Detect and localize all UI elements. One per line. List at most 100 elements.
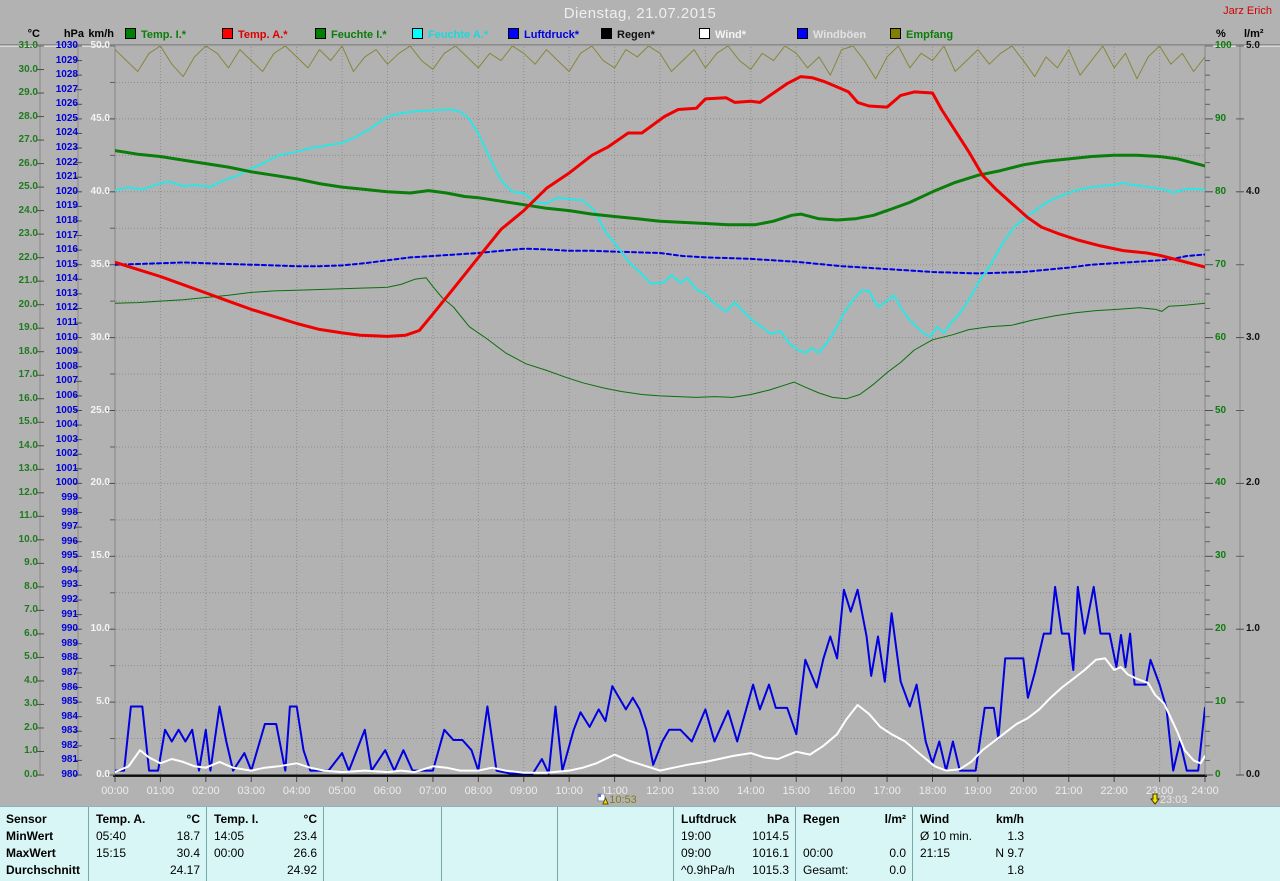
y-tick-label-lm2: 4.0 (1246, 185, 1260, 197)
table-cell-value: °C (186, 812, 200, 826)
y-tick-label-hpa: 1003 (55, 433, 78, 445)
y-tick-label-hpa: 1029 (55, 54, 78, 66)
table-cell-label: 00:00 (214, 846, 245, 860)
y-tick-label-temp: 20.0 (18, 298, 38, 310)
table-column-divider (323, 807, 324, 881)
y-tick-label-lm2: 0.0 (1246, 769, 1260, 780)
y-tick-label-temp: 18.0 (18, 345, 38, 357)
y-tick-label-pct: 0 (1215, 769, 1221, 780)
y-tick-label-temp: 1.0 (24, 745, 38, 757)
table-cell-label: 09:00 (681, 846, 712, 860)
y-tick-label-hpa: 1024 (55, 127, 78, 139)
chart-plot-area[interactable] (0, 0, 1280, 881)
y-tick-label-temp: 6.0 (24, 627, 38, 639)
y-tick-label-temp: 19.0 (18, 322, 38, 334)
time-marker-1053: 10:53 (597, 793, 637, 806)
table-cell-row: Luftdruck hPa (673, 811, 795, 828)
y-tick-label-lm2: 5.0 (1246, 40, 1260, 51)
table-cell-row: Wind km/h (912, 811, 1030, 828)
y-tick-label-hpa: 1001 (55, 462, 78, 474)
x-tick-label: 21:00 (1054, 785, 1083, 797)
table-cell-label: Gesamt: (803, 863, 849, 877)
table-column-divider (557, 807, 558, 881)
y-tick-label-pct: 50 (1215, 404, 1227, 416)
y-tick-label-temp: 13.0 (18, 463, 38, 475)
x-tick-label: 16:00 (827, 785, 856, 797)
y-tick-label-temp: 25.0 (18, 181, 38, 193)
y-tick-label-hpa: 1019 (55, 200, 78, 212)
table-cell-label: 14:05 (214, 829, 245, 843)
y-tick-label-hpa: 1021 (55, 171, 78, 183)
y-tick-label-lm2: 1.0 (1246, 623, 1260, 635)
y-tick-label-hpa: 986 (61, 681, 78, 693)
y-tick-label-pct: 70 (1215, 258, 1227, 270)
table-cell-value: 24.17 (169, 863, 200, 877)
table-cell-row: Gesamt: 0.0 (795, 862, 912, 879)
table-cell-label: ^0.9hPa/h (681, 863, 735, 877)
y-tick-label-pct: 100 (1215, 40, 1232, 51)
y-tick-label-pct: 60 (1215, 331, 1227, 343)
y-tick-label-hpa: 1016 (55, 244, 78, 256)
table-row-label: MaxWert (6, 846, 56, 860)
table-cell-row: Regen l/m² (795, 811, 912, 828)
x-tick-label: 15:00 (782, 785, 811, 797)
y-tick-label-temp: 3.0 (24, 698, 38, 710)
table-cell-row: 24.92 (206, 862, 323, 879)
y-tick-label-hpa: 1009 (55, 346, 78, 358)
y-tick-label-temp: 23.0 (18, 228, 38, 240)
arrow-down-icon (1149, 793, 1160, 805)
y-tick-label-temp: 7.0 (24, 604, 38, 616)
table-cell-value: 30.4 (176, 846, 200, 860)
y-tick-label-pct: 10 (1215, 696, 1227, 708)
y-tick-label-hpa: 984 (61, 710, 78, 722)
table-cell-value: 0.0 (889, 863, 906, 877)
x-tick-label: 05:00 (328, 785, 356, 797)
table-cell-row: ^0.9hPa/h 1015.3 (673, 862, 795, 879)
y-tick-label-pct: 90 (1215, 112, 1227, 124)
table-cell-row: 1.8 (912, 862, 1030, 879)
y-tick-label-hpa: 1006 (55, 389, 78, 401)
table-cell-value: 26.6 (293, 846, 317, 860)
table-row-label: Durchschnitt (6, 863, 81, 877)
y-tick-label-hpa: 999 (61, 491, 78, 503)
table-cell-value: 0.0 (889, 846, 906, 860)
table-cell-value: l/m² (884, 812, 906, 826)
x-tick-label: 17:00 (873, 785, 901, 797)
x-tick-label: 07:00 (419, 785, 447, 797)
table-cell-value: 1014.5 (752, 829, 789, 843)
table-cell-row: Ø 10 min. 1.3 (912, 828, 1030, 845)
table-cell-row: 00:00 0.0 (795, 845, 912, 862)
x-tick-label: 06:00 (373, 785, 402, 797)
x-tick-label: 13:00 (691, 785, 720, 797)
y-tick-label-hpa: 992 (61, 594, 78, 606)
y-tick-label-kmh: 45.0 (90, 112, 110, 124)
table-cell-label: 19:00 (681, 829, 712, 843)
table-cell-label: Wind (920, 812, 950, 826)
table-cell-value: hPa (766, 812, 789, 826)
y-tick-label-hpa: 1013 (55, 287, 78, 299)
table-cell-value: 1016.1 (752, 846, 789, 860)
table-cell-row: 09:00 1016.1 (673, 845, 795, 862)
x-tick-label: 10:00 (555, 785, 583, 797)
y-tick-label-temp: 17.0 (18, 369, 38, 381)
table-cell-value: 24.92 (286, 863, 317, 877)
table-cell-label: 05:40 (96, 829, 127, 843)
table-row-label: Sensor (6, 812, 47, 826)
series-empfang (115, 46, 1205, 80)
x-tick-label: 04:00 (282, 785, 311, 797)
x-tick-label: 08:00 (464, 785, 493, 797)
table-cell-value: 1.8 (1007, 863, 1024, 877)
table-cell-value: km/h (995, 812, 1024, 826)
x-tick-label: 22:00 (1100, 785, 1128, 797)
y-tick-label-temp: 24.0 (18, 204, 38, 216)
x-tick-label: 20:00 (1009, 785, 1038, 797)
y-tick-label-temp: 12.0 (18, 486, 38, 498)
table-cell-label: Ø 10 min. (920, 829, 973, 843)
y-tick-label-hpa: 997 (61, 521, 78, 533)
y-tick-label-hpa: 1004 (55, 419, 78, 431)
table-cell-value: °C (303, 812, 317, 826)
table-cell-label: Temp. A. (96, 812, 146, 826)
y-tick-label-hpa: 996 (61, 535, 78, 547)
y-tick-label-lm2: 2.0 (1246, 477, 1260, 489)
y-tick-label-hpa: 1008 (55, 360, 78, 372)
